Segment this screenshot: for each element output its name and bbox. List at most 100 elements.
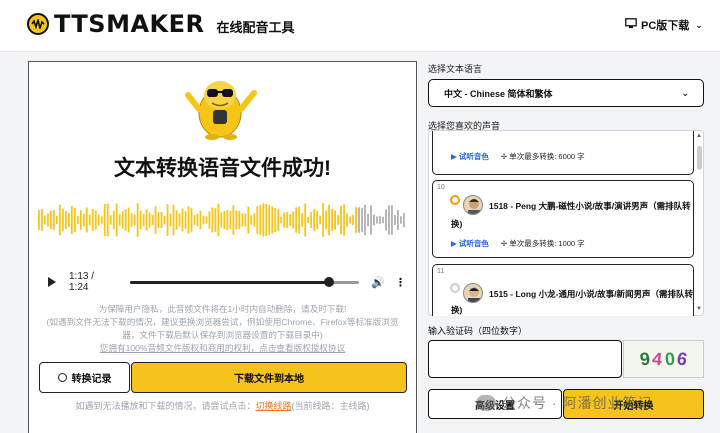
voice-card[interactable]: ▶ 试听音色 ✢ 单次最多转换: 6000 字 [432,131,694,175]
more-options-icon[interactable]: ⋮ [395,276,406,289]
captcha-label: 输入验证码（四位数字） [428,326,528,336]
notice-line: (如遇到文件无法下载的情况，建议更换浏览器尝试，例如使用Chrome、Firef… [46,317,399,327]
waveform-bar [109,215,112,225]
waveform-bar [277,209,280,231]
waveform-bar [232,205,235,235]
waveform-bar [175,210,178,230]
player-seekbar[interactable] [130,276,360,287]
seekbar-handle[interactable] [324,276,335,287]
waveform-bar [115,203,118,237]
waveform-bar [193,215,196,225]
char-limit-text: 单次最多转换: 1000 字 [509,239,585,248]
waveform-bar [283,212,286,228]
waveform-bar [253,213,256,227]
waveform-bar [217,203,220,237]
watermark-text: 公众号 · 阿潘创业笔记 [502,395,653,411]
captcha-digit: 4 [651,348,664,369]
waveform-bar [388,205,390,235]
waveform-bar [373,214,375,226]
waveform-bar [334,210,336,230]
waveform-bar [274,208,277,232]
switch-route-link[interactable]: 切换线路 [256,401,292,411]
waveform-bar [148,212,151,228]
waveform-bar [49,210,52,230]
player-time: 1:13 / 1:24 [69,271,95,293]
waveform-bar [61,208,64,232]
waveform-bar [67,213,70,227]
voice-number: 11 [437,268,445,275]
waveform-bar [337,215,339,225]
waveform-bar [367,213,369,227]
voice-name-line: 1518 - Peng 大鹏-磁性小说/故事/演讲男声（需排队转 [489,201,691,211]
chevron-down-icon: ⌄ [681,87,689,98]
captcha-digit: 6 [674,347,689,370]
waveform-bar [271,206,274,234]
waveform-bar [163,215,166,225]
waveform-bar [397,210,399,230]
volume-icon[interactable]: 🔊 [371,276,385,289]
waveform-bar [349,216,351,224]
waveform-bar [265,204,268,236]
waveform-bar [169,213,172,227]
captcha-input[interactable] [428,340,622,378]
listen-voice-button[interactable]: ▶ 试听音色 [451,151,489,162]
language-select[interactable]: 中文 - Chinese 简体和繁体 ⌄ [428,79,704,107]
waveform-bar [124,209,127,231]
captcha-image[interactable]: 9 4 0 6 [623,340,704,378]
waveform-bar [70,206,73,234]
logo[interactable]: TTSMAKER 在线配音工具 [27,10,295,38]
help-text: 如遇到无法播放和下载的情况，请尝试点击：切换线路(当前线路：主线路) [28,399,417,412]
voice-card-selected[interactable]: 10 1518 - Peng 大鹏-磁性小说/故事/演讲男声（需排队转 换) ▶… [432,180,694,258]
waveform-bar [97,214,100,226]
waveform-bar [121,211,124,229]
logo-text: TTSMAKER [54,10,205,38]
voice-list-scrollbar[interactable] [697,146,702,170]
scroll-down-icon[interactable]: ▼ [696,306,702,312]
waveform-bar [385,209,387,231]
logo-icon [27,13,49,35]
listen-voice-button[interactable]: ▶ 试听音色 [451,238,489,249]
pc-download-button[interactable]: PC版下载 ⌄ [625,17,703,33]
waveform-bar [46,213,49,227]
waveform-bar [376,216,378,224]
wechat-icon [476,395,496,411]
waveform-bar [325,210,328,230]
waveform-bar [343,204,345,236]
waveform-bar [208,211,211,229]
license-link[interactable]: 您拥有100%音频文件版权和商用的权利，点击查看版权授权协议 [28,342,417,355]
voice-name-line: 1515 - Long 小龙-通用/小说/故事/新闻男声（需排队转 [489,289,694,299]
waveform-bar [391,205,393,235]
download-file-button[interactable]: 下载文件到本地 [131,362,407,393]
waveform-bar [247,206,250,234]
waveform-bar [91,209,94,231]
waveform-bar [160,212,163,228]
waveform-bar [214,207,217,233]
waveform-bar [355,207,357,233]
voice-name-line: 换) [451,219,463,229]
seekbar-progress [130,280,330,284]
conversion-history-button[interactable]: 转换记录 [39,362,130,393]
voice-meta: ▶ 试听音色 ✢ 单次最多转换: 6000 字 [451,151,585,162]
voice-avatar [463,283,483,303]
audio-player[interactable]: 1:13 / 1:24 🔊 ⋮ [40,270,406,294]
play-icon[interactable] [48,277,56,287]
waveform-bar [394,214,396,226]
char-limit: ✢ 单次最多转换: 6000 字 [500,152,585,161]
privacy-notice: 为保障用户隐私，此音频文件将在1小时内自动删除，请及时下载! (如遇到文件无法下… [28,303,417,355]
mascot-image [180,73,262,141]
waveform-bar [361,207,363,233]
scroll-up-icon[interactable]: ▲ [696,133,702,139]
waveform-bar [235,210,238,230]
waveform-bar [304,203,307,237]
waveform-bar [130,213,133,227]
waveform-bar [202,215,205,225]
waveform-bar [136,203,139,237]
voice-radio-selected[interactable] [450,195,460,205]
voice-card[interactable]: 11 1515 - Long 小龙-通用/小说/故事/新闻男声（需排队转 换) [432,264,694,316]
waveform-bar [316,210,319,230]
waveform-bar [199,210,202,230]
waveform-bar [103,203,106,237]
voice-radio[interactable] [450,283,460,293]
logo-subtitle: 在线配音工具 [216,19,295,35]
waveform-bar [79,210,82,230]
